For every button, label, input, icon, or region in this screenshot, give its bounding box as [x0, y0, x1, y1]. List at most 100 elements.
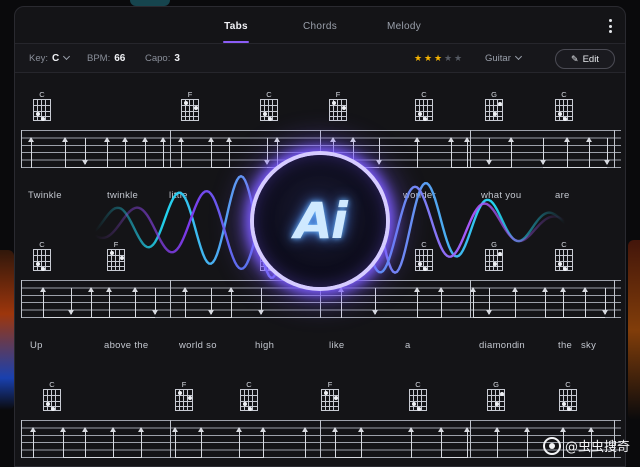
finger-dot: [493, 262, 497, 266]
rhythm-beam: [63, 457, 85, 458]
chord-grid: [107, 249, 125, 271]
strum-up-arrow-icon: [464, 137, 470, 168]
chord-grid: [321, 389, 339, 411]
finger-dot: [41, 117, 45, 121]
lyric-word: star: [255, 190, 273, 201]
finger-dot: [332, 101, 336, 105]
chord-name: C: [266, 90, 272, 99]
finger-dot: [110, 251, 114, 255]
chord-diagram[interactable]: C: [240, 380, 258, 411]
song-toolbar: Key: C BPM: 66 Capo: 3 ★ ★ ★ ★ ★ Guitar ✎ Ed…: [15, 43, 625, 73]
chord-diagram[interactable]: F: [175, 380, 193, 411]
rhythm-beam: [567, 167, 589, 168]
chord-diagram[interactable]: C: [555, 240, 573, 271]
chord-grid: [33, 249, 51, 271]
key-selector[interactable]: Key: C: [29, 44, 71, 74]
lyric-word: how I: [345, 190, 370, 201]
background-decoration-left: [0, 250, 14, 410]
finger-dot: [498, 102, 502, 106]
lyric-word: Twinkle: [28, 190, 62, 201]
chord-name: G: [491, 240, 497, 249]
strum-up-arrow-icon: [582, 287, 588, 318]
chord-grid: [175, 389, 193, 411]
chord-diagram[interactable]: G: [487, 380, 505, 411]
rhythm-beam: [65, 167, 85, 168]
strum-up-arrow-icon: [338, 287, 344, 318]
finger-dot: [558, 112, 562, 116]
chord-diagram[interactable]: F: [329, 90, 347, 121]
bar-line: [170, 420, 171, 458]
finger-dot: [567, 407, 571, 411]
chord-diagram[interactable]: C: [33, 90, 51, 121]
strum-up-arrow-icon: [226, 137, 232, 168]
strum-down-arrow-icon: [258, 288, 264, 315]
strum-down-arrow-icon: [68, 288, 74, 315]
lyric-word: twinkle: [107, 190, 139, 201]
chord-name: C: [561, 90, 567, 99]
chord-grid: [329, 99, 347, 121]
strum-down-arrow-icon: [540, 138, 546, 165]
finger-dot: [562, 402, 566, 406]
edit-button[interactable]: ✎ Edit: [555, 49, 615, 69]
chord-grid: [409, 389, 427, 411]
strum-down-arrow-icon: [602, 288, 608, 315]
bar-line: [470, 280, 471, 318]
rhythm-beam: [163, 167, 181, 168]
chord-name: G: [491, 90, 497, 99]
tab-tabs[interactable]: Tabs: [194, 7, 278, 43]
finger-dot: [493, 112, 497, 116]
chord-diagram[interactable]: C: [409, 380, 427, 411]
finger-dot: [418, 262, 422, 266]
chord-diagram[interactable]: F: [329, 240, 347, 271]
strum-up-arrow-icon: [60, 427, 66, 458]
chord-grid: [485, 249, 503, 271]
strum-up-arrow-icon: [142, 137, 148, 168]
rhythm-beam: [91, 317, 109, 318]
chord-diagram[interactable]: C: [260, 90, 278, 121]
rhythm-beam: [489, 317, 515, 318]
chord-name: C: [39, 240, 45, 249]
strum-down-arrow-icon: [152, 288, 158, 315]
chord-diagram[interactable]: C: [415, 240, 433, 271]
instrument-selector[interactable]: Guitar: [485, 44, 522, 74]
chord-diagram[interactable]: F: [181, 90, 199, 121]
finger-dot: [188, 396, 192, 400]
capo-value: 3: [174, 53, 180, 64]
weibo-icon: [542, 436, 561, 455]
lyric-word: little: [169, 190, 188, 201]
strum-up-arrow-icon: [132, 287, 138, 318]
strum-up-arrow-icon: [40, 287, 46, 318]
strum-up-arrow-icon: [198, 427, 204, 458]
chord-name: C: [421, 240, 427, 249]
rhythm-beam: [125, 167, 145, 168]
chord-name: C: [561, 240, 567, 249]
chord-diagram[interactable]: C: [555, 90, 573, 121]
chord-diagram[interactable]: F: [107, 240, 125, 271]
finger-dot: [178, 391, 182, 395]
background-decoration-right: [628, 240, 640, 420]
lyric-word: a: [405, 340, 411, 351]
chord-diagram[interactable]: C: [43, 380, 61, 411]
bar-line: [470, 130, 471, 168]
chord-diagram[interactable]: C: [415, 90, 433, 121]
strum-up-arrow-icon: [82, 427, 88, 458]
chord-diagram[interactable]: G: [485, 240, 503, 271]
chord-diagram[interactable]: F: [321, 380, 339, 411]
finger-dot: [558, 262, 562, 266]
rhythm-beam: [211, 167, 229, 168]
chord-diagram[interactable]: C: [559, 380, 577, 411]
chord-diagram[interactable]: C: [260, 240, 278, 271]
finger-dot: [342, 106, 346, 110]
more-options-icon[interactable]: [607, 19, 613, 33]
strum-up-arrow-icon: [274, 137, 280, 168]
lyric-word: world so: [179, 340, 217, 351]
rhythm-beam: [113, 457, 141, 458]
chord-diagram[interactable]: C: [33, 240, 51, 271]
tab-chords[interactable]: Chords: [278, 7, 362, 43]
bar-line: [21, 280, 22, 318]
chord-diagram[interactable]: G: [485, 90, 503, 121]
strum-up-arrow-icon: [104, 137, 110, 168]
finger-dot: [194, 106, 198, 110]
finger-dot: [268, 267, 272, 271]
tab-melody[interactable]: Melody: [362, 7, 446, 43]
